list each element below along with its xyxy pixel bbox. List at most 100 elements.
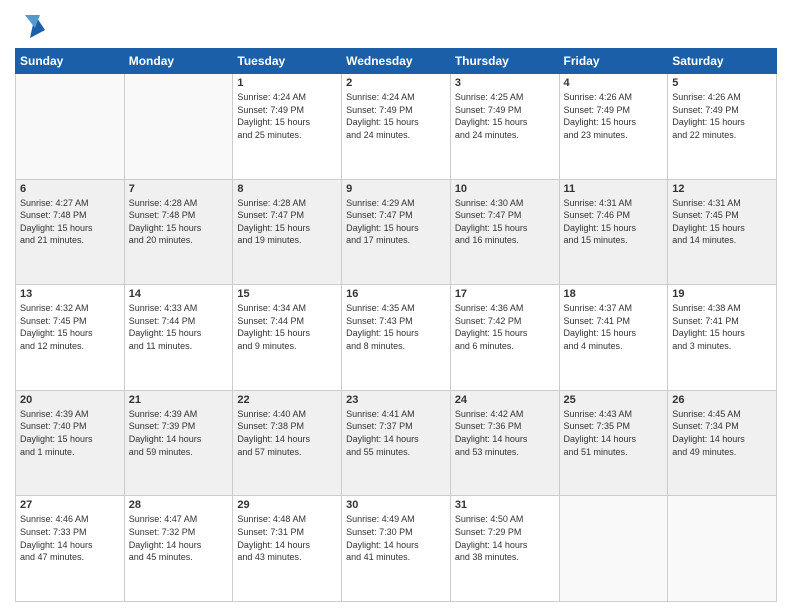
day-info: Sunrise: 4:42 AM Sunset: 7:36 PM Dayligh… [455,408,555,458]
calendar-day-cell: 31 Sunrise: 4:50 AM Sunset: 7:29 PM Dayli… [450,496,559,602]
calendar-week-row: 13 Sunrise: 4:32 AM Sunset: 7:45 PM Dayli… [16,285,777,391]
day-info: Sunrise: 4:34 AM Sunset: 7:44 PM Dayligh… [237,302,337,352]
day-number: 26 [672,394,772,406]
calendar-week-row: 6 Sunrise: 4:27 AM Sunset: 7:48 PM Daylig… [16,179,777,285]
calendar-day-cell: 26 Sunrise: 4:45 AM Sunset: 7:34 PM Dayli… [668,390,777,496]
day-number: 27 [20,499,120,511]
calendar-day-cell: 18Sunrise: 4:37 AM Sunset: 7:41 PM Dayli… [559,285,668,391]
day-info: Sunrise: 4:28 AM Sunset: 7:48 PM Dayligh… [129,197,229,247]
day-info: Sunrise: 4:43 AM Sunset: 7:35 PM Dayligh… [564,408,664,458]
day-number: 10 [455,183,555,195]
calendar-body: 1Sunrise: 4:24 AM Sunset: 7:49 PM Daylig… [16,74,777,602]
day-number: 8 [237,183,337,195]
weekday-header-cell: Thursday [450,49,559,74]
day-info: Sunrise: 4:24 AM Sunset: 7:49 PM Dayligh… [346,91,446,141]
calendar-day-cell: 21 Sunrise: 4:39 AM Sunset: 7:39 PM Dayli… [124,390,233,496]
day-number: 7 [129,183,229,195]
calendar-day-cell: 15Sunrise: 4:34 AM Sunset: 7:44 PM Dayli… [233,285,342,391]
day-info: Sunrise: 4:35 AM Sunset: 7:43 PM Dayligh… [346,302,446,352]
calendar-day-cell [16,74,125,180]
day-info: Sunrise: 4:46 AM Sunset: 7:33 PM Dayligh… [20,513,120,563]
calendar-day-cell: 13 Sunrise: 4:32 AM Sunset: 7:45 PM Dayli… [16,285,125,391]
day-info: Sunrise: 4:24 AM Sunset: 7:49 PM Dayligh… [237,91,337,141]
calendar-day-cell: 8 Sunrise: 4:28 AM Sunset: 7:47 PM Daylig… [233,179,342,285]
day-info: Sunrise: 4:39 AM Sunset: 7:39 PM Dayligh… [129,408,229,458]
day-number: 3 [455,77,555,89]
weekday-header-cell: Friday [559,49,668,74]
calendar-day-cell: 5Sunrise: 4:26 AM Sunset: 7:49 PM Daylig… [668,74,777,180]
day-info: Sunrise: 4:29 AM Sunset: 7:47 PM Dayligh… [346,197,446,247]
day-info: Sunrise: 4:31 AM Sunset: 7:46 PM Dayligh… [564,197,664,247]
day-info: Sunrise: 4:39 AM Sunset: 7:40 PM Dayligh… [20,408,120,458]
day-number: 2 [346,77,446,89]
calendar-day-cell: 23 Sunrise: 4:41 AM Sunset: 7:37 PM Dayli… [342,390,451,496]
calendar-day-cell: 29 Sunrise: 4:48 AM Sunset: 7:31 PM Dayli… [233,496,342,602]
day-number: 6 [20,183,120,195]
calendar-day-cell: 22Sunrise: 4:40 AM Sunset: 7:38 PM Dayli… [233,390,342,496]
day-info: Sunrise: 4:31 AM Sunset: 7:45 PM Dayligh… [672,197,772,247]
day-info: Sunrise: 4:45 AM Sunset: 7:34 PM Dayligh… [672,408,772,458]
calendar-day-cell: 28Sunrise: 4:47 AM Sunset: 7:32 PM Dayli… [124,496,233,602]
day-number: 19 [672,288,772,300]
calendar-day-cell: 11 Sunrise: 4:31 AM Sunset: 7:46 PM Dayli… [559,179,668,285]
weekday-header-cell: Tuesday [233,49,342,74]
calendar-day-cell [668,496,777,602]
day-info: Sunrise: 4:50 AM Sunset: 7:29 PM Dayligh… [455,513,555,563]
calendar-week-row: 20 Sunrise: 4:39 AM Sunset: 7:40 PM Dayli… [16,390,777,496]
day-number: 29 [237,499,337,511]
calendar-day-cell [559,496,668,602]
day-number: 16 [346,288,446,300]
calendar-day-cell: 1Sunrise: 4:24 AM Sunset: 7:49 PM Daylig… [233,74,342,180]
day-number: 13 [20,288,120,300]
weekday-header-cell: Saturday [668,49,777,74]
day-number: 12 [672,183,772,195]
header [15,10,777,40]
day-number: 4 [564,77,664,89]
calendar-day-cell: 3 Sunrise: 4:25 AM Sunset: 7:49 PM Daylig… [450,74,559,180]
day-info: Sunrise: 4:49 AM Sunset: 7:30 PM Dayligh… [346,513,446,563]
day-info: Sunrise: 4:27 AM Sunset: 7:48 PM Dayligh… [20,197,120,247]
calendar-day-cell: 25Sunrise: 4:43 AM Sunset: 7:35 PM Dayli… [559,390,668,496]
day-number: 9 [346,183,446,195]
calendar-day-cell: 4 Sunrise: 4:26 AM Sunset: 7:49 PM Daylig… [559,74,668,180]
day-number: 31 [455,499,555,511]
calendar-day-cell: 30 Sunrise: 4:49 AM Sunset: 7:30 PM Dayli… [342,496,451,602]
day-info: Sunrise: 4:48 AM Sunset: 7:31 PM Dayligh… [237,513,337,563]
logo [15,10,49,40]
day-number: 22 [237,394,337,406]
day-number: 24 [455,394,555,406]
calendar-day-cell: 16 Sunrise: 4:35 AM Sunset: 7:43 PM Dayli… [342,285,451,391]
day-number: 23 [346,394,446,406]
weekday-header-cell: Wednesday [342,49,451,74]
calendar-day-cell: 2 Sunrise: 4:24 AM Sunset: 7:49 PM Daylig… [342,74,451,180]
calendar-day-cell: 24 Sunrise: 4:42 AM Sunset: 7:36 PM Dayli… [450,390,559,496]
weekday-header-cell: Sunday [16,49,125,74]
day-number: 11 [564,183,664,195]
calendar-day-cell: 9 Sunrise: 4:29 AM Sunset: 7:47 PM Daylig… [342,179,451,285]
day-info: Sunrise: 4:28 AM Sunset: 7:47 PM Dayligh… [237,197,337,247]
day-number: 30 [346,499,446,511]
calendar-day-cell: 10Sunrise: 4:30 AM Sunset: 7:47 PM Dayli… [450,179,559,285]
day-number: 21 [129,394,229,406]
day-info: Sunrise: 4:38 AM Sunset: 7:41 PM Dayligh… [672,302,772,352]
calendar-day-cell: 7 Sunrise: 4:28 AM Sunset: 7:48 PM Daylig… [124,179,233,285]
day-number: 5 [672,77,772,89]
calendar: SundayMondayTuesdayWednesdayThursdayFrid… [15,48,777,602]
day-number: 20 [20,394,120,406]
calendar-day-cell: 12 Sunrise: 4:31 AM Sunset: 7:45 PM Dayli… [668,179,777,285]
calendar-week-row: 1Sunrise: 4:24 AM Sunset: 7:49 PM Daylig… [16,74,777,180]
calendar-day-cell: 19 Sunrise: 4:38 AM Sunset: 7:41 PM Dayli… [668,285,777,391]
calendar-day-cell [124,74,233,180]
day-info: Sunrise: 4:32 AM Sunset: 7:45 PM Dayligh… [20,302,120,352]
day-info: Sunrise: 4:26 AM Sunset: 7:49 PM Dayligh… [564,91,664,141]
calendar-day-cell: 17Sunrise: 4:36 AM Sunset: 7:42 PM Dayli… [450,285,559,391]
day-number: 28 [129,499,229,511]
day-info: Sunrise: 4:36 AM Sunset: 7:42 PM Dayligh… [455,302,555,352]
weekday-header: SundayMondayTuesdayWednesdayThursdayFrid… [16,49,777,74]
day-info: Sunrise: 4:41 AM Sunset: 7:37 PM Dayligh… [346,408,446,458]
day-info: Sunrise: 4:37 AM Sunset: 7:41 PM Dayligh… [564,302,664,352]
calendar-day-cell: 14Sunrise: 4:33 AM Sunset: 7:44 PM Dayli… [124,285,233,391]
day-info: Sunrise: 4:25 AM Sunset: 7:49 PM Dayligh… [455,91,555,141]
calendar-week-row: 27 Sunrise: 4:46 AM Sunset: 7:33 PM Dayli… [16,496,777,602]
calendar-day-cell: 27 Sunrise: 4:46 AM Sunset: 7:33 PM Dayli… [16,496,125,602]
